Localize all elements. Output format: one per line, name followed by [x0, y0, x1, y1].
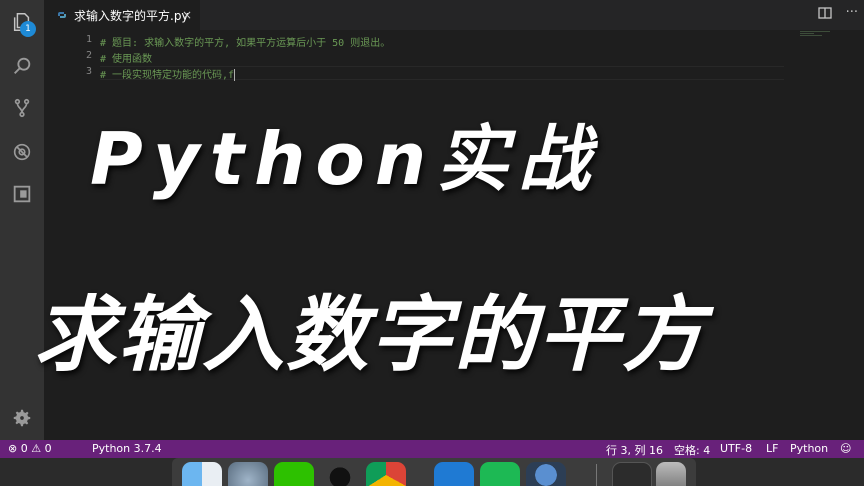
overlay-title-line2: 求输入数字的平方 [34, 288, 706, 383]
python-file-icon [58, 12, 66, 18]
dock [172, 458, 696, 486]
split-editor-icon[interactable] [817, 6, 832, 20]
source-control-icon[interactable] [10, 96, 34, 120]
explorer-badge: 1 [20, 21, 36, 37]
tab-label: 求输入数字的平方.py [74, 8, 189, 23]
text-cursor [234, 69, 236, 81]
tab-actions: ··· [817, 5, 858, 20]
extensions-icon[interactable] [10, 182, 34, 206]
tab-bar: 求输入数字的平方.py × ··· [44, 0, 864, 30]
line-number: 3 [85, 66, 92, 77]
code-line[interactable]: # 使用函数 [100, 50, 152, 65]
language-selector[interactable]: Python [790, 442, 828, 455]
more-actions-icon[interactable]: ··· [846, 5, 858, 20]
screen-recorder-icon[interactable] [612, 462, 652, 486]
cursor-position[interactable]: 行 3, 列 16 [606, 442, 663, 458]
overlay-title-line1: Python实战 [90, 117, 601, 201]
indentation-selector[interactable]: 空格: 4 [674, 442, 710, 458]
debug-icon[interactable] [10, 140, 34, 164]
editor-tab[interactable]: 求输入数字的平方.py × [44, 0, 200, 30]
interpreter-selector[interactable]: Python 3.7.4 [92, 442, 162, 455]
dock-separator [596, 464, 597, 486]
tab-close-button[interactable]: × [182, 8, 192, 22]
vscode-icon[interactable] [434, 462, 474, 486]
warning-count: 0 [44, 442, 52, 455]
line-number: 2 [85, 50, 92, 61]
minimap[interactable] [800, 30, 850, 38]
error-count: 0 [20, 442, 28, 455]
status-bar: ⊗ 0 ⚠ 0 Python 3.7.4 行 3, 列 16 空格: 4 UTF… [0, 440, 864, 458]
code-line-text: # 一段实现特定功能的代码,f [100, 70, 235, 81]
code-line[interactable]: # 题目: 求输入数字的平方, 如果平方运算后小于 50 则退出。 [100, 34, 390, 49]
problems-indicator[interactable]: ⊗ 0 ⚠ 0 [8, 442, 52, 455]
finder-icon[interactable] [182, 462, 222, 486]
warning-icon: ⚠ [31, 442, 42, 455]
wechat-icon[interactable] [274, 462, 314, 486]
code-line[interactable]: # 一段实现特定功能的代码,f [100, 66, 236, 81]
encoding-selector[interactable]: UTF-8 [720, 442, 752, 455]
feedback-icon[interactable]: ☺ [840, 442, 851, 455]
error-icon: ⊗ [8, 442, 18, 455]
gear-icon[interactable] [10, 406, 34, 430]
line-ending-selector[interactable]: LF [766, 442, 778, 455]
launchpad-icon[interactable] [228, 462, 268, 486]
line-number: 1 [85, 34, 92, 45]
search-icon[interactable] [10, 54, 34, 78]
trash-icon[interactable] [656, 462, 686, 486]
chrome-icon[interactable] [366, 462, 406, 486]
music-app-icon[interactable] [480, 462, 520, 486]
qq-icon[interactable] [320, 462, 360, 486]
proxy-app-icon[interactable] [526, 462, 566, 486]
